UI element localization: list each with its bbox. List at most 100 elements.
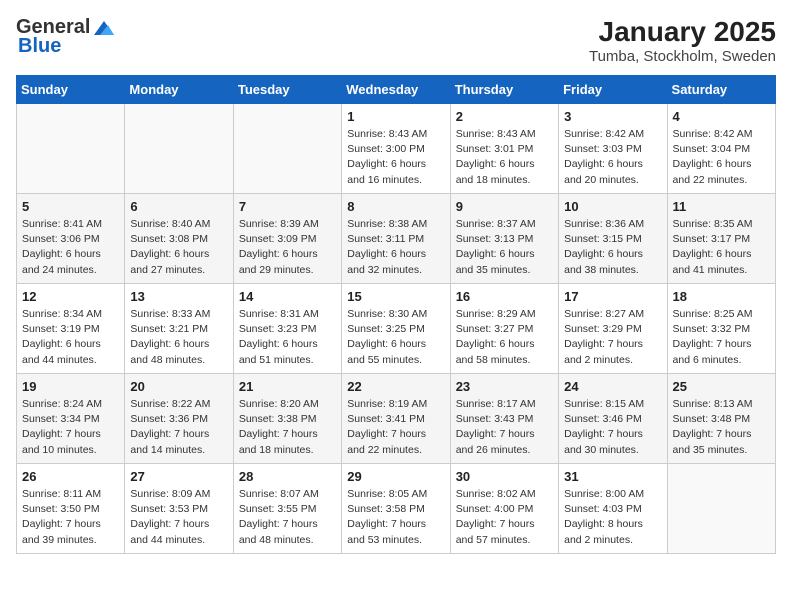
calendar-day-cell: 24Sunrise: 8:15 AM Sunset: 3:46 PM Dayli… bbox=[559, 374, 667, 464]
weekday-header-tuesday: Tuesday bbox=[233, 76, 341, 104]
day-number: 19 bbox=[22, 379, 119, 394]
day-info: Sunrise: 8:11 AM Sunset: 3:50 PM Dayligh… bbox=[22, 487, 119, 548]
calendar-day-cell: 8 Sunrise: 8:38 AM Sunset: 3:11 PM Daylig… bbox=[342, 194, 450, 284]
day-info: Sunrise: 8:05 AM Sunset: 3:58 PM Dayligh… bbox=[347, 487, 444, 548]
day-number: 22 bbox=[347, 379, 444, 394]
calendar-day-cell: 29 Sunrise: 8:05 AM Sunset: 3:58 PM Dayli… bbox=[342, 464, 450, 554]
day-info: Sunrise: 8:33 AM Sunset: 3:21 PM Dayligh… bbox=[130, 307, 227, 368]
calendar-day-cell: 15 Sunrise: 8:30 AM Sunset: 3:25 PM Dayli… bbox=[342, 284, 450, 374]
calendar-week-row: 26 Sunrise: 8:11 AM Sunset: 3:50 PM Dayli… bbox=[17, 464, 776, 554]
day-info: Sunrise: 8:43 AM Sunset: 3:00 PM Dayligh… bbox=[347, 127, 444, 188]
day-info: Sunrise: 8:42 AM Sunset: 3:03 PM Dayligh… bbox=[564, 127, 661, 188]
day-info: Sunrise: 8:30 AM Sunset: 3:25 PM Dayligh… bbox=[347, 307, 444, 368]
day-number: 26 bbox=[22, 469, 119, 484]
day-number: 8 bbox=[347, 199, 444, 214]
day-number: 16 bbox=[456, 289, 553, 304]
calendar-day-cell: 31 Sunrise: 8:00 AM Sunset: 4:03 PM Dayli… bbox=[559, 464, 667, 554]
day-number: 3 bbox=[564, 109, 661, 124]
day-number: 4 bbox=[673, 109, 770, 124]
day-number: 13 bbox=[130, 289, 227, 304]
weekday-header-saturday: Saturday bbox=[667, 76, 775, 104]
calendar-day-cell: 25 Sunrise: 8:13 AM Sunset: 3:48 PM Dayli… bbox=[667, 374, 775, 464]
calendar-day-cell bbox=[125, 104, 233, 194]
day-info: Sunrise: 8:20 AM Sunset: 3:38 PM Dayligh… bbox=[239, 397, 336, 458]
logo: General Blue bbox=[16, 16, 114, 58]
day-info: Sunrise: 8:24 AM Sunset: 3:34 PM Dayligh… bbox=[22, 397, 119, 458]
page-header: General Blue January 2025 Tumba, Stockho… bbox=[16, 16, 776, 65]
weekday-header-sunday: Sunday bbox=[17, 76, 125, 104]
day-info: Sunrise: 8:02 AM Sunset: 4:00 PM Dayligh… bbox=[456, 487, 553, 548]
month-year-title: January 2025 bbox=[589, 16, 776, 48]
calendar-day-cell: 27 Sunrise: 8:09 AM Sunset: 3:53 PM Dayli… bbox=[125, 464, 233, 554]
day-info: Sunrise: 8:41 AM Sunset: 3:06 PM Dayligh… bbox=[22, 217, 119, 278]
calendar-day-cell bbox=[667, 464, 775, 554]
day-number: 30 bbox=[456, 469, 553, 484]
day-info: Sunrise: 8:17 AM Sunset: 3:43 PM Dayligh… bbox=[456, 397, 553, 458]
calendar-day-cell: 5 Sunrise: 8:41 AM Sunset: 3:06 PM Daylig… bbox=[17, 194, 125, 284]
logo-icon bbox=[92, 19, 114, 37]
calendar-day-cell: 21Sunrise: 8:20 AM Sunset: 3:38 PM Dayli… bbox=[233, 374, 341, 464]
day-info: Sunrise: 8:22 AM Sunset: 3:36 PM Dayligh… bbox=[130, 397, 227, 458]
calendar-day-cell: 4 Sunrise: 8:42 AM Sunset: 3:04 PM Daylig… bbox=[667, 104, 775, 194]
weekday-header-row: SundayMondayTuesdayWednesdayThursdayFrid… bbox=[17, 76, 776, 104]
calendar-day-cell: 7 Sunrise: 8:39 AM Sunset: 3:09 PM Daylig… bbox=[233, 194, 341, 284]
day-number: 20 bbox=[130, 379, 227, 394]
calendar-day-cell: 3 Sunrise: 8:42 AM Sunset: 3:03 PM Daylig… bbox=[559, 104, 667, 194]
calendar-table: SundayMondayTuesdayWednesdayThursdayFrid… bbox=[16, 75, 776, 554]
day-number: 1 bbox=[347, 109, 444, 124]
calendar-week-row: 1 Sunrise: 8:43 AM Sunset: 3:00 PM Daylig… bbox=[17, 104, 776, 194]
day-number: 7 bbox=[239, 199, 336, 214]
calendar-day-cell: 14 Sunrise: 8:31 AM Sunset: 3:23 PM Dayli… bbox=[233, 284, 341, 374]
day-number: 6 bbox=[130, 199, 227, 214]
day-number: 25 bbox=[673, 379, 770, 394]
location-subtitle: Tumba, Stockholm, Sweden bbox=[589, 48, 776, 65]
weekday-header-friday: Friday bbox=[559, 76, 667, 104]
day-number: 27 bbox=[130, 469, 227, 484]
day-info: Sunrise: 8:07 AM Sunset: 3:55 PM Dayligh… bbox=[239, 487, 336, 548]
day-info: Sunrise: 8:13 AM Sunset: 3:48 PM Dayligh… bbox=[673, 397, 770, 458]
calendar-day-cell: 28 Sunrise: 8:07 AM Sunset: 3:55 PM Dayli… bbox=[233, 464, 341, 554]
day-info: Sunrise: 8:09 AM Sunset: 3:53 PM Dayligh… bbox=[130, 487, 227, 548]
calendar-day-cell: 23 Sunrise: 8:17 AM Sunset: 3:43 PM Dayli… bbox=[450, 374, 558, 464]
day-info: Sunrise: 8:31 AM Sunset: 3:23 PM Dayligh… bbox=[239, 307, 336, 368]
day-number: 9 bbox=[456, 199, 553, 214]
day-info: Sunrise: 8:39 AM Sunset: 3:09 PM Dayligh… bbox=[239, 217, 336, 278]
calendar-day-cell: 26 Sunrise: 8:11 AM Sunset: 3:50 PM Dayli… bbox=[17, 464, 125, 554]
calendar-day-cell: 2 Sunrise: 8:43 AM Sunset: 3:01 PM Daylig… bbox=[450, 104, 558, 194]
day-info: Sunrise: 8:36 AM Sunset: 3:15 PM Dayligh… bbox=[564, 217, 661, 278]
day-number: 23 bbox=[456, 379, 553, 394]
day-number: 11 bbox=[673, 199, 770, 214]
calendar-day-cell: 16 Sunrise: 8:29 AM Sunset: 3:27 PM Dayli… bbox=[450, 284, 558, 374]
calendar-day-cell: 1 Sunrise: 8:43 AM Sunset: 3:00 PM Daylig… bbox=[342, 104, 450, 194]
calendar-day-cell bbox=[233, 104, 341, 194]
day-info: Sunrise: 8:25 AM Sunset: 3:32 PM Dayligh… bbox=[673, 307, 770, 368]
calendar-day-cell: 13 Sunrise: 8:33 AM Sunset: 3:21 PM Dayli… bbox=[125, 284, 233, 374]
day-info: Sunrise: 8:00 AM Sunset: 4:03 PM Dayligh… bbox=[564, 487, 661, 548]
day-number: 28 bbox=[239, 469, 336, 484]
day-info: Sunrise: 8:38 AM Sunset: 3:11 PM Dayligh… bbox=[347, 217, 444, 278]
calendar-week-row: 12Sunrise: 8:34 AM Sunset: 3:19 PM Dayli… bbox=[17, 284, 776, 374]
day-number: 10 bbox=[564, 199, 661, 214]
day-number: 15 bbox=[347, 289, 444, 304]
calendar-day-cell: 18 Sunrise: 8:25 AM Sunset: 3:32 PM Dayli… bbox=[667, 284, 775, 374]
day-number: 31 bbox=[564, 469, 661, 484]
calendar-day-cell: 20 Sunrise: 8:22 AM Sunset: 3:36 PM Dayli… bbox=[125, 374, 233, 464]
calendar-day-cell: 9Sunrise: 8:37 AM Sunset: 3:13 PM Daylig… bbox=[450, 194, 558, 284]
day-number: 29 bbox=[347, 469, 444, 484]
title-block: January 2025 Tumba, Stockholm, Sweden bbox=[589, 16, 776, 65]
day-number: 14 bbox=[239, 289, 336, 304]
weekday-header-monday: Monday bbox=[125, 76, 233, 104]
day-info: Sunrise: 8:34 AM Sunset: 3:19 PM Dayligh… bbox=[22, 307, 119, 368]
calendar-day-cell: 12Sunrise: 8:34 AM Sunset: 3:19 PM Dayli… bbox=[17, 284, 125, 374]
day-number: 2 bbox=[456, 109, 553, 124]
day-info: Sunrise: 8:15 AM Sunset: 3:46 PM Dayligh… bbox=[564, 397, 661, 458]
day-info: Sunrise: 8:42 AM Sunset: 3:04 PM Dayligh… bbox=[673, 127, 770, 188]
calendar-day-cell: 11Sunrise: 8:35 AM Sunset: 3:17 PM Dayli… bbox=[667, 194, 775, 284]
day-info: Sunrise: 8:43 AM Sunset: 3:01 PM Dayligh… bbox=[456, 127, 553, 188]
day-info: Sunrise: 8:29 AM Sunset: 3:27 PM Dayligh… bbox=[456, 307, 553, 368]
calendar-day-cell: 10 Sunrise: 8:36 AM Sunset: 3:15 PM Dayli… bbox=[559, 194, 667, 284]
day-info: Sunrise: 8:40 AM Sunset: 3:08 PM Dayligh… bbox=[130, 217, 227, 278]
day-number: 18 bbox=[673, 289, 770, 304]
day-number: 5 bbox=[22, 199, 119, 214]
calendar-week-row: 5 Sunrise: 8:41 AM Sunset: 3:06 PM Daylig… bbox=[17, 194, 776, 284]
